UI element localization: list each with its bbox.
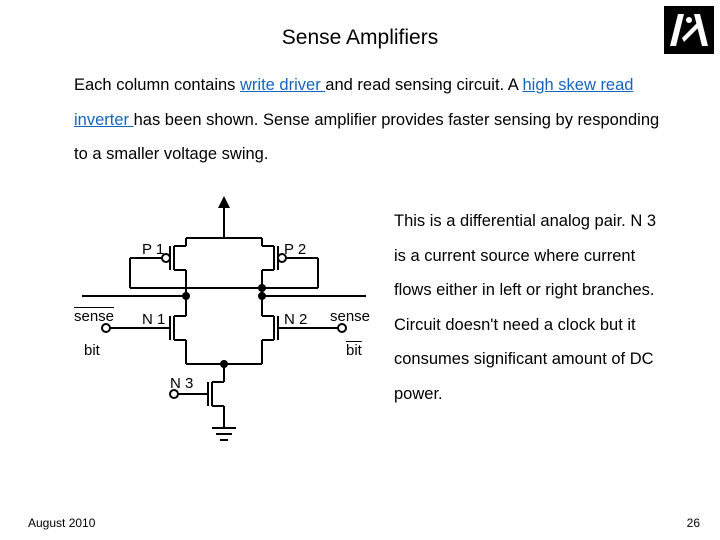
label-n2: N 2 [284, 311, 307, 328]
sense-amplifier-circuit: P 1 P 2 N 1 N 2 N 3 [74, 196, 374, 456]
label-p2: P 2 [284, 241, 306, 258]
label-bit-bar: bit [346, 342, 362, 359]
intro-paragraph: Each column contains write driver and re… [0, 58, 720, 172]
label-sense-bar: sense [74, 308, 114, 325]
write-driver-link[interactable]: write driver [240, 76, 325, 94]
page-title: Sense Amplifiers [0, 0, 720, 58]
side-paragraph: This is a differential analog pair. N 3 … [394, 196, 670, 412]
institution-logo [664, 6, 714, 54]
footer-page-number: 26 [687, 516, 700, 530]
label-n1: N 1 [142, 311, 165, 328]
label-n3: N 3 [170, 375, 193, 392]
intro-text-c: has been shown. Sense amplifier provides… [74, 111, 659, 164]
intro-text-b: and read sensing circuit. A [325, 76, 522, 94]
label-bit: bit [84, 342, 100, 359]
label-p1: P 1 [142, 241, 164, 258]
label-sense: sense [330, 308, 370, 325]
footer-date: August 2010 [28, 516, 95, 530]
intro-text-a: Each column contains [74, 76, 240, 94]
